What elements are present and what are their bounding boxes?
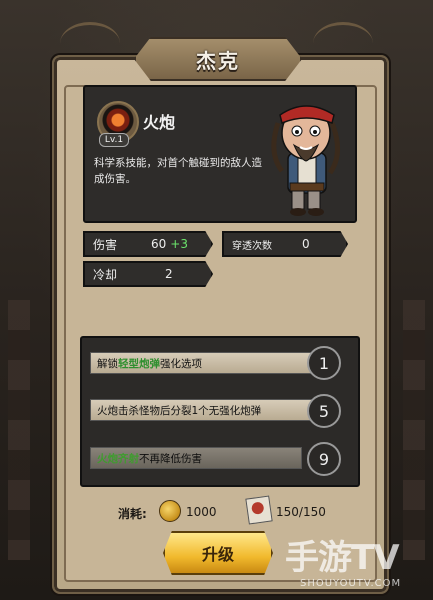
upgrade-1-text-pre: 解锁 — [97, 357, 118, 370]
skill-description: 科学系技能，对首个触碰到的敌人造成伤害。 — [94, 157, 262, 185]
upgrade-3-level-circle: 9 — [307, 442, 341, 476]
coin-cost: 1000 — [186, 505, 217, 519]
coin-icon — [159, 500, 181, 522]
cooldown-label: 冷却 — [93, 267, 118, 282]
pierce-value: 0 — [302, 237, 310, 251]
cooldown-value: 2 — [165, 267, 173, 281]
upgrade-2-number: 5 — [318, 401, 330, 421]
background-decoration-left — [8, 300, 30, 560]
left-ornament — [60, 22, 120, 65]
damage-label: 伤害 — [93, 237, 118, 252]
upgrade-row-1[interactable]: 解锁 轻型炮弹 强化选项 — [90, 352, 318, 374]
upgrade-2-level-circle: 5 — [307, 394, 341, 428]
cost-label: 消耗: — [118, 507, 147, 521]
right-ornament — [313, 22, 373, 65]
pierce-stat: 穿透次数 0 — [222, 231, 348, 257]
jack-portrait — [271, 105, 340, 216]
title-plate: 杰克 — [134, 37, 302, 81]
watermark-url: SHOUYOUTV.COM — [300, 578, 402, 589]
upgrade-list: 解锁 轻型炮弹 强化选项 1 火炮击杀怪物后分裂1个无强化炮弹 5 火炮齐射 不再降低… — [80, 336, 360, 487]
upgrade-row-2[interactable]: 火炮击杀怪物后分裂1个无强化炮弹 — [90, 399, 318, 421]
damage-value-wrap: 60 +3 — [151, 237, 188, 251]
upgrade-3-text-post: 不再降低伤害 — [139, 452, 202, 465]
upgrade-1-level-circle: 1 — [307, 346, 341, 380]
upgrade-1-text-post: 强化选项 — [160, 357, 202, 370]
background-decoration-right — [403, 300, 425, 560]
skill-name: 火炮 — [143, 113, 176, 132]
cooldown-stat: 冷却 2 — [83, 261, 213, 287]
watermark: 手游TV — [285, 538, 400, 578]
damage-bonus: +3 — [170, 237, 188, 251]
card-cost: 150/150 — [276, 505, 326, 519]
page-title: 杰克 — [196, 48, 240, 73]
upgrade-2-text: 火炮击杀怪物后分裂1个无强化炮弹 — [97, 404, 262, 417]
skill-info-box: Lv.1 火炮 科学系技能，对首个触碰到的敌人造成伤害。 — [83, 85, 357, 223]
level-badge: Lv.1 — [99, 133, 129, 147]
damage-stat: 伤害 60 +3 — [83, 231, 213, 257]
hero-card-icon — [245, 495, 273, 525]
damage-value: 60 — [151, 237, 167, 251]
upgrade-1-number: 1 — [318, 353, 330, 373]
upgrade-3-number: 9 — [318, 449, 330, 469]
pierce-label: 穿透次数 — [232, 240, 272, 252]
upgrade-3-highlight: 火炮齐射 — [97, 452, 139, 465]
upgrade-1-highlight: 轻型炮弹 — [118, 357, 160, 370]
upgrade-button[interactable]: 升级 — [163, 531, 273, 575]
upgrade-row-3[interactable]: 火炮齐射 不再降低伤害 — [90, 447, 302, 469]
